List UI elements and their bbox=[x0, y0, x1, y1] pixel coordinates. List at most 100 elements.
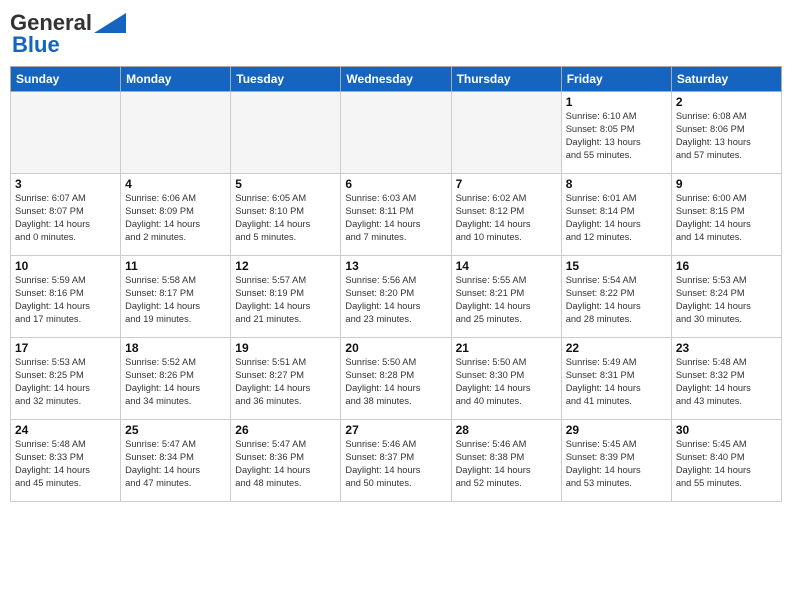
day-number: 10 bbox=[15, 259, 116, 273]
day-info: Sunrise: 6:03 AM Sunset: 8:11 PM Dayligh… bbox=[345, 192, 446, 244]
calendar-cell: 1Sunrise: 6:10 AM Sunset: 8:05 PM Daylig… bbox=[561, 92, 671, 174]
day-number: 21 bbox=[456, 341, 557, 355]
day-number: 8 bbox=[566, 177, 667, 191]
weekday-header: Tuesday bbox=[231, 67, 341, 92]
calendar-cell: 8Sunrise: 6:01 AM Sunset: 8:14 PM Daylig… bbox=[561, 174, 671, 256]
day-info: Sunrise: 5:45 AM Sunset: 8:39 PM Dayligh… bbox=[566, 438, 667, 490]
weekday-header: Wednesday bbox=[341, 67, 451, 92]
calendar-cell: 12Sunrise: 5:57 AM Sunset: 8:19 PM Dayli… bbox=[231, 256, 341, 338]
day-number: 2 bbox=[676, 95, 777, 109]
calendar-cell bbox=[121, 92, 231, 174]
weekday-header: Monday bbox=[121, 67, 231, 92]
calendar-cell: 14Sunrise: 5:55 AM Sunset: 8:21 PM Dayli… bbox=[451, 256, 561, 338]
day-number: 12 bbox=[235, 259, 336, 273]
day-number: 22 bbox=[566, 341, 667, 355]
weekday-header: Thursday bbox=[451, 67, 561, 92]
day-number: 6 bbox=[345, 177, 446, 191]
calendar-cell: 19Sunrise: 5:51 AM Sunset: 8:27 PM Dayli… bbox=[231, 338, 341, 420]
day-number: 17 bbox=[15, 341, 116, 355]
logo-arrow-icon bbox=[94, 13, 126, 33]
day-info: Sunrise: 5:50 AM Sunset: 8:30 PM Dayligh… bbox=[456, 356, 557, 408]
day-number: 28 bbox=[456, 423, 557, 437]
calendar-week-row: 24Sunrise: 5:48 AM Sunset: 8:33 PM Dayli… bbox=[11, 420, 782, 502]
logo: General Blue bbox=[10, 10, 126, 58]
calendar-cell: 6Sunrise: 6:03 AM Sunset: 8:11 PM Daylig… bbox=[341, 174, 451, 256]
calendar-cell: 25Sunrise: 5:47 AM Sunset: 8:34 PM Dayli… bbox=[121, 420, 231, 502]
calendar-week-row: 17Sunrise: 5:53 AM Sunset: 8:25 PM Dayli… bbox=[11, 338, 782, 420]
calendar-cell bbox=[451, 92, 561, 174]
calendar-cell bbox=[11, 92, 121, 174]
day-info: Sunrise: 5:47 AM Sunset: 8:36 PM Dayligh… bbox=[235, 438, 336, 490]
day-number: 26 bbox=[235, 423, 336, 437]
calendar-cell: 16Sunrise: 5:53 AM Sunset: 8:24 PM Dayli… bbox=[671, 256, 781, 338]
day-info: Sunrise: 5:48 AM Sunset: 8:33 PM Dayligh… bbox=[15, 438, 116, 490]
calendar-cell: 17Sunrise: 5:53 AM Sunset: 8:25 PM Dayli… bbox=[11, 338, 121, 420]
calendar-cell bbox=[341, 92, 451, 174]
day-number: 1 bbox=[566, 95, 667, 109]
weekday-header-row: SundayMondayTuesdayWednesdayThursdayFrid… bbox=[11, 67, 782, 92]
day-info: Sunrise: 5:53 AM Sunset: 8:24 PM Dayligh… bbox=[676, 274, 777, 326]
day-info: Sunrise: 5:54 AM Sunset: 8:22 PM Dayligh… bbox=[566, 274, 667, 326]
day-number: 5 bbox=[235, 177, 336, 191]
calendar-cell: 4Sunrise: 6:06 AM Sunset: 8:09 PM Daylig… bbox=[121, 174, 231, 256]
calendar-cell: 9Sunrise: 6:00 AM Sunset: 8:15 PM Daylig… bbox=[671, 174, 781, 256]
day-info: Sunrise: 5:46 AM Sunset: 8:37 PM Dayligh… bbox=[345, 438, 446, 490]
day-number: 13 bbox=[345, 259, 446, 273]
calendar-cell: 5Sunrise: 6:05 AM Sunset: 8:10 PM Daylig… bbox=[231, 174, 341, 256]
day-number: 29 bbox=[566, 423, 667, 437]
day-info: Sunrise: 5:51 AM Sunset: 8:27 PM Dayligh… bbox=[235, 356, 336, 408]
calendar-cell: 2Sunrise: 6:08 AM Sunset: 8:06 PM Daylig… bbox=[671, 92, 781, 174]
calendar-table: SundayMondayTuesdayWednesdayThursdayFrid… bbox=[10, 66, 782, 502]
calendar-cell: 26Sunrise: 5:47 AM Sunset: 8:36 PM Dayli… bbox=[231, 420, 341, 502]
day-number: 18 bbox=[125, 341, 226, 355]
calendar-cell: 28Sunrise: 5:46 AM Sunset: 8:38 PM Dayli… bbox=[451, 420, 561, 502]
calendar-cell bbox=[231, 92, 341, 174]
day-info: Sunrise: 5:48 AM Sunset: 8:32 PM Dayligh… bbox=[676, 356, 777, 408]
calendar-cell: 3Sunrise: 6:07 AM Sunset: 8:07 PM Daylig… bbox=[11, 174, 121, 256]
day-info: Sunrise: 5:49 AM Sunset: 8:31 PM Dayligh… bbox=[566, 356, 667, 408]
day-info: Sunrise: 6:08 AM Sunset: 8:06 PM Dayligh… bbox=[676, 110, 777, 162]
day-number: 23 bbox=[676, 341, 777, 355]
calendar-cell: 22Sunrise: 5:49 AM Sunset: 8:31 PM Dayli… bbox=[561, 338, 671, 420]
day-number: 11 bbox=[125, 259, 226, 273]
day-info: Sunrise: 6:00 AM Sunset: 8:15 PM Dayligh… bbox=[676, 192, 777, 244]
calendar-cell: 10Sunrise: 5:59 AM Sunset: 8:16 PM Dayli… bbox=[11, 256, 121, 338]
day-info: Sunrise: 5:57 AM Sunset: 8:19 PM Dayligh… bbox=[235, 274, 336, 326]
page-header: General Blue bbox=[10, 10, 782, 58]
day-number: 30 bbox=[676, 423, 777, 437]
day-info: Sunrise: 6:06 AM Sunset: 8:09 PM Dayligh… bbox=[125, 192, 226, 244]
day-info: Sunrise: 5:56 AM Sunset: 8:20 PM Dayligh… bbox=[345, 274, 446, 326]
calendar-cell: 18Sunrise: 5:52 AM Sunset: 8:26 PM Dayli… bbox=[121, 338, 231, 420]
calendar-week-row: 3Sunrise: 6:07 AM Sunset: 8:07 PM Daylig… bbox=[11, 174, 782, 256]
calendar-cell: 15Sunrise: 5:54 AM Sunset: 8:22 PM Dayli… bbox=[561, 256, 671, 338]
day-info: Sunrise: 5:47 AM Sunset: 8:34 PM Dayligh… bbox=[125, 438, 226, 490]
logo-blue: Blue bbox=[12, 32, 60, 58]
calendar-cell: 30Sunrise: 5:45 AM Sunset: 8:40 PM Dayli… bbox=[671, 420, 781, 502]
calendar-cell: 13Sunrise: 5:56 AM Sunset: 8:20 PM Dayli… bbox=[341, 256, 451, 338]
calendar-cell: 27Sunrise: 5:46 AM Sunset: 8:37 PM Dayli… bbox=[341, 420, 451, 502]
calendar-cell: 20Sunrise: 5:50 AM Sunset: 8:28 PM Dayli… bbox=[341, 338, 451, 420]
day-number: 24 bbox=[15, 423, 116, 437]
day-number: 27 bbox=[345, 423, 446, 437]
day-number: 20 bbox=[345, 341, 446, 355]
day-info: Sunrise: 5:55 AM Sunset: 8:21 PM Dayligh… bbox=[456, 274, 557, 326]
day-info: Sunrise: 5:59 AM Sunset: 8:16 PM Dayligh… bbox=[15, 274, 116, 326]
calendar-cell: 11Sunrise: 5:58 AM Sunset: 8:17 PM Dayli… bbox=[121, 256, 231, 338]
day-info: Sunrise: 6:07 AM Sunset: 8:07 PM Dayligh… bbox=[15, 192, 116, 244]
calendar-week-row: 10Sunrise: 5:59 AM Sunset: 8:16 PM Dayli… bbox=[11, 256, 782, 338]
day-number: 25 bbox=[125, 423, 226, 437]
day-info: Sunrise: 6:02 AM Sunset: 8:12 PM Dayligh… bbox=[456, 192, 557, 244]
day-info: Sunrise: 5:50 AM Sunset: 8:28 PM Dayligh… bbox=[345, 356, 446, 408]
day-info: Sunrise: 6:10 AM Sunset: 8:05 PM Dayligh… bbox=[566, 110, 667, 162]
day-info: Sunrise: 6:01 AM Sunset: 8:14 PM Dayligh… bbox=[566, 192, 667, 244]
weekday-header: Friday bbox=[561, 67, 671, 92]
calendar-week-row: 1Sunrise: 6:10 AM Sunset: 8:05 PM Daylig… bbox=[11, 92, 782, 174]
day-info: Sunrise: 5:52 AM Sunset: 8:26 PM Dayligh… bbox=[125, 356, 226, 408]
weekday-header: Saturday bbox=[671, 67, 781, 92]
day-info: Sunrise: 6:05 AM Sunset: 8:10 PM Dayligh… bbox=[235, 192, 336, 244]
calendar-cell: 23Sunrise: 5:48 AM Sunset: 8:32 PM Dayli… bbox=[671, 338, 781, 420]
calendar-cell: 24Sunrise: 5:48 AM Sunset: 8:33 PM Dayli… bbox=[11, 420, 121, 502]
day-number: 7 bbox=[456, 177, 557, 191]
day-number: 3 bbox=[15, 177, 116, 191]
day-info: Sunrise: 5:58 AM Sunset: 8:17 PM Dayligh… bbox=[125, 274, 226, 326]
